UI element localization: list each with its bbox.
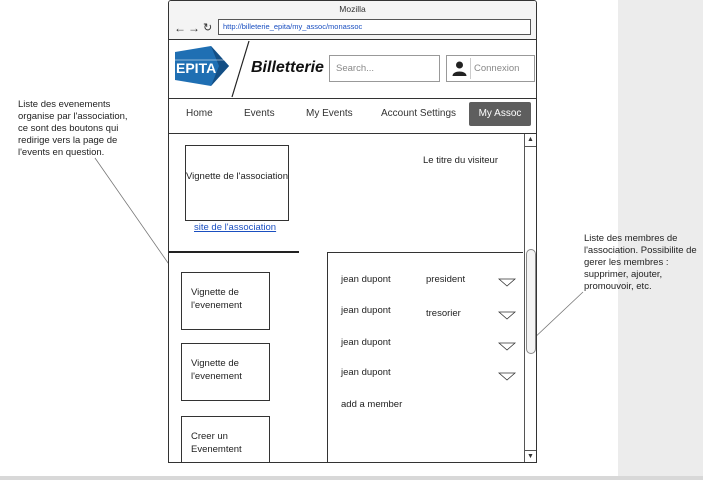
visitor-title: Le titre du visiteur: [423, 155, 498, 166]
member-name: jean dupont: [341, 367, 391, 378]
association-thumbnail: Vignette de l'association: [185, 145, 289, 221]
menu-item-my-events[interactable]: My Events: [306, 108, 353, 119]
member-role: president: [426, 274, 466, 285]
page-content: Vignette de l'association site de l'asso…: [169, 134, 523, 462]
role-dropdown-icon[interactable]: [498, 342, 516, 352]
add-member-button[interactable]: add a member: [341, 399, 402, 410]
member-name: jean dupont: [341, 274, 391, 285]
event-card[interactable]: Vignette de l'evenement: [181, 272, 270, 330]
menu-item-home[interactable]: Home: [186, 108, 213, 119]
user-icon: [449, 58, 471, 79]
role-dropdown-icon[interactable]: [498, 311, 516, 321]
main-menu: Home Events My Events Account Settings M…: [169, 99, 536, 134]
menu-item-account-settings[interactable]: Account Settings: [381, 108, 456, 119]
scroll-up-icon[interactable]: ▲: [525, 134, 536, 147]
role-dropdown-icon[interactable]: [498, 372, 516, 382]
url-bar[interactable]: http://billeterie_epita/my_assoc/monasso…: [218, 19, 531, 35]
event-card[interactable]: Vignette de l'evenement: [181, 343, 270, 401]
section-divider: [169, 251, 299, 253]
association-website-link[interactable]: site de l'association: [194, 222, 276, 233]
reload-icon[interactable]: ↻: [203, 20, 212, 36]
annotation-events: Liste des evenements organise par l'asso…: [18, 99, 128, 158]
menu-item-my-assoc[interactable]: My Assoc: [469, 102, 531, 126]
member-name: jean dupont: [341, 337, 391, 348]
browser-window: Mozilla ← → ↻ http://billeterie_epita/my…: [168, 0, 537, 463]
search-input[interactable]: Search...: [329, 55, 440, 82]
members-panel: jean dupont president jean dupont tresor…: [327, 252, 523, 462]
arrow-left-icon[interactable]: ←: [174, 20, 186, 36]
role-dropdown-icon[interactable]: [498, 278, 516, 288]
window-title: Mozilla: [169, 1, 536, 18]
scroll-thumb[interactable]: [526, 249, 536, 354]
member-role: tresorier: [426, 308, 461, 319]
site-header: EPITA Billetterie Search... Connexion: [169, 40, 536, 99]
vertical-scrollbar[interactable]: ▲ ▼: [524, 134, 536, 462]
brand-title: Billetterie: [251, 59, 324, 76]
login-label: Connexion: [474, 63, 520, 74]
member-name: jean dupont: [341, 305, 391, 316]
arrow-right-icon[interactable]: →: [188, 20, 200, 36]
scroll-down-icon[interactable]: ▼: [525, 450, 536, 462]
annotation-members: Liste des membres de l'association. Poss…: [584, 233, 697, 292]
bottom-bar: [0, 476, 703, 480]
header-slash: [231, 40, 250, 98]
create-event-button[interactable]: Creer un Evenemtent: [181, 416, 270, 462]
menu-item-events[interactable]: Events: [244, 108, 275, 119]
address-row: ← → ↻ http://billeterie_epita/my_assoc/m…: [169, 18, 536, 40]
login-button[interactable]: Connexion: [446, 55, 535, 82]
